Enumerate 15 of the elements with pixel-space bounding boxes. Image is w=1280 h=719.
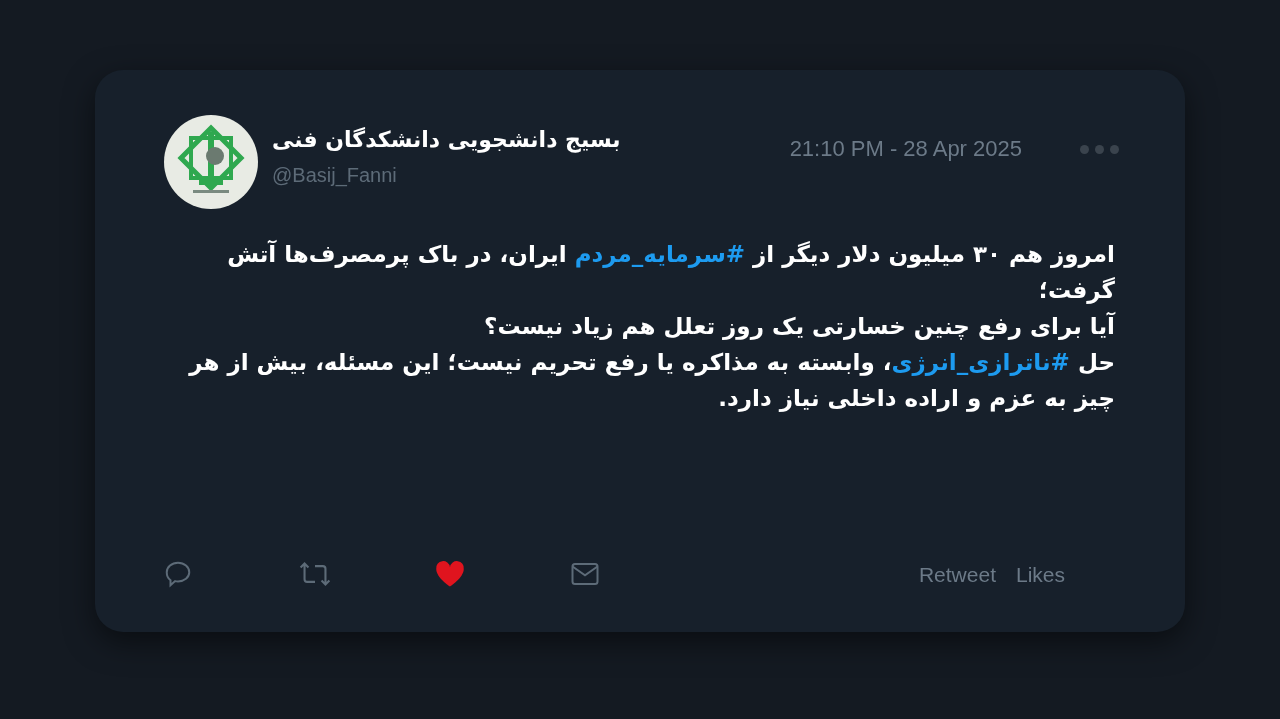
tweet-text: حل #ناترازی_انرژی، وابسته به مذاکره یا رفع تحریم نیست؛ این مسئله، بیش از هر چیز به عزم و اراده داخلی نیاز دارد. [187,348,1115,414]
logo-icon [163,114,259,210]
author-name: بسیج دانشجویی دانشکدگان فنی [272,126,621,154]
tweet-text: آیا برای رفع چنین خسارتی یک روز تعلل هم زیاد نیست؟ [483,311,1115,342]
reply-icon[interactable] [163,559,193,590]
stat-label[interactable]: Likes [1015,558,1065,590]
like-heart-icon[interactable] [435,560,465,589]
timestamp: 21:10 PM - 28 Apr 2025 [789,135,1022,163]
stat-label[interactable]: Retweet [918,558,996,590]
hashtag-link[interactable]: #سرمایه_مردم [574,241,746,267]
more-options-icon[interactable] [1080,145,1119,154]
mail-icon[interactable] [570,561,600,588]
author-handle: @Basij_Fanni [272,163,398,189]
hashtag-link[interactable]: #ناترازی_انرژی [891,349,1070,375]
tweet-text: امروز هم ۳۰ میلیون دلار دیگر از #سرمایه_مردم ایران، در باک پرمصرف‌ها آتش گرفت؛ [226,239,1115,306]
